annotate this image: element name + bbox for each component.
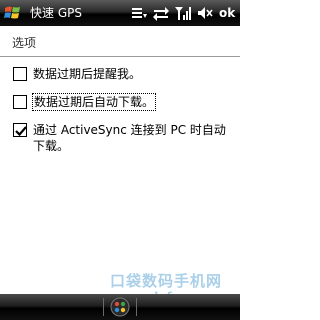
section-header: 选项: [12, 36, 37, 50]
checkmark-icon: [15, 126, 27, 137]
windows-start-icon[interactable]: [3, 3, 23, 23]
signal-icon[interactable]: [174, 4, 192, 22]
option-label: 数据过期后自动下载。: [32, 93, 157, 111]
activesync-checkbox[interactable]: [13, 123, 27, 137]
remind-checkbox[interactable]: [13, 67, 27, 81]
app-title: 快速 GPS: [30, 6, 82, 20]
menu-divider-left: [103, 298, 104, 316]
title-bar: 快速 GPS ok: [0, 0, 240, 26]
watermark-text: 口袋数码手机网: [109, 272, 222, 290]
option-label: 数据过期后提醒我。: [33, 67, 142, 81]
header-divider: [0, 56, 240, 57]
menu-icon[interactable]: [130, 4, 148, 22]
option-label: 通过 ActiveSync 连接到 PC 时自动下载。: [33, 123, 226, 153]
ok-button[interactable]: ok: [219, 5, 235, 21]
connectivity-icon[interactable]: [152, 4, 170, 22]
menu-divider-right: [136, 298, 137, 316]
options-panel: 选项 数据过期后提醒我。 数据过期后自动下载。 通过 ActiveSync 连接…: [0, 26, 240, 304]
keyboard-icon[interactable]: [108, 296, 132, 318]
auto-download-checkbox[interactable]: [13, 95, 27, 109]
volume-icon[interactable]: [196, 4, 214, 22]
